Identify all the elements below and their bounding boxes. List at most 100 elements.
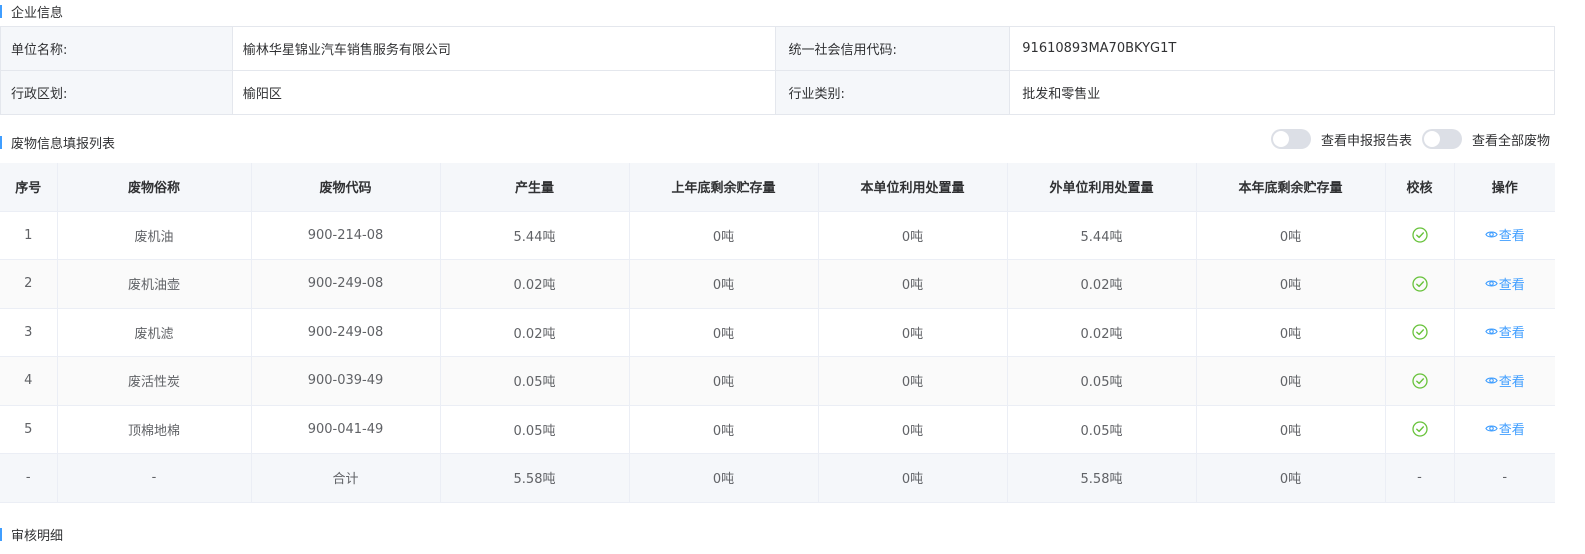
report-toggle-label: 查看申报报告表 — [1320, 133, 1412, 149]
cell-code: 900-041-49 — [251, 405, 441, 454]
cell-no: - — [0, 453, 58, 503]
cell-check — [1385, 356, 1455, 406]
cell-ext-disposal: 0.02吨 — [1007, 308, 1197, 357]
table-row: 2 废机油壶 900-249-08 0.02吨 0吨 0吨 0.02吨 0吨 查… — [0, 259, 1555, 309]
cell-year-stock: 0吨 — [1196, 211, 1386, 260]
credit-code-value: 91610893MA70BKYG1T — [1009, 26, 1555, 71]
cell-no: 3 — [0, 308, 58, 357]
cell-check — [1385, 211, 1455, 260]
col-header-ext-disposal: 外单位利用处置量 — [1007, 163, 1197, 212]
col-header-no: 序号 — [0, 163, 58, 212]
table-row: 4 废活性炭 900-039-49 0.05吨 0吨 0吨 0.05吨 0吨 查… — [0, 356, 1555, 406]
eye-icon — [1485, 328, 1498, 335]
view-button[interactable]: 查看 — [1485, 274, 1525, 293]
cell-ext-disposal: 0.02吨 — [1007, 259, 1197, 309]
cell-year-stock: 0吨 — [1196, 308, 1386, 357]
cell-name: 顶棉地棉 — [57, 405, 252, 454]
cell-last-stock: 0吨 — [629, 308, 819, 357]
cell-name: 废机油壶 — [57, 259, 252, 309]
cell-self-disposal: 0吨 — [818, 308, 1008, 357]
cell-last-stock: 0吨 — [629, 356, 819, 406]
cell-action: 查看 — [1454, 405, 1555, 454]
eye-icon — [1485, 425, 1498, 432]
eye-icon — [1485, 231, 1498, 238]
col-header-self-disposal: 本单位利用处置量 — [818, 163, 1008, 212]
cell-name: 废机滤 — [57, 308, 252, 357]
cell-year-stock: 0吨 — [1196, 405, 1386, 454]
check-circle-icon — [1411, 421, 1428, 437]
cell-action: - — [1454, 453, 1555, 503]
industry-value: 批发和零售业 — [1009, 70, 1555, 115]
view-button[interactable]: 查看 — [1485, 419, 1525, 438]
col-header-check: 校核 — [1385, 163, 1455, 212]
view-toggles: 查看申报报告表 查看全部废物 — [1270, 129, 1550, 149]
cell-no: 1 — [0, 211, 58, 260]
cell-code: 900-039-49 — [251, 356, 441, 406]
cell-name: 废机油 — [57, 211, 252, 260]
cell-no: 2 — [0, 259, 58, 309]
company-info-table: 单位名称: 榆林华星锦业汽车销售服务有限公司 统一社会信用代码: 9161089… — [0, 26, 1555, 115]
cell-year-stock: 0吨 — [1196, 453, 1386, 503]
check-circle-icon — [1411, 276, 1428, 292]
credit-code-label: 统一社会信用代码: — [775, 26, 1011, 71]
cell-last-stock: 0吨 — [629, 453, 819, 503]
audit-section-title: 审核明细 — [0, 525, 63, 544]
col-header-year-stock: 本年底剩余贮存量 — [1196, 163, 1386, 212]
table-row: 3 废机滤 900-249-08 0.02吨 0吨 0吨 0.02吨 0吨 查看 — [0, 308, 1555, 357]
view-button[interactable]: 查看 — [1485, 322, 1525, 341]
cell-ext-disposal: 0.05吨 — [1007, 356, 1197, 406]
cell-name: 废活性炭 — [57, 356, 252, 406]
table-row: 1 废机油 900-214-08 5.44吨 0吨 0吨 5.44吨 0吨 查看 — [0, 211, 1555, 260]
company-section-label: 企业信息 — [11, 6, 64, 21]
cell-last-stock: 0吨 — [629, 259, 819, 309]
unit-name-value: 榆林华星锦业汽车销售服务有限公司 — [231, 26, 777, 71]
all-waste-toggle-switch[interactable] — [1421, 129, 1462, 149]
cell-check — [1385, 308, 1455, 357]
cell-check — [1385, 405, 1455, 454]
cell-action: 查看 — [1454, 211, 1555, 260]
cell-last-stock: 0吨 — [629, 211, 819, 260]
district-value: 榆阳区 — [231, 70, 777, 115]
waste-section-label: 废物信息填报列表 — [11, 137, 116, 152]
cell-check — [1385, 259, 1455, 309]
table-row: 5 顶棉地棉 900-041-49 0.05吨 0吨 0吨 0.05吨 0吨 查… — [0, 405, 1555, 454]
cell-produced: 0.02吨 — [440, 308, 630, 357]
all-waste-toggle-label: 查看全部废物 — [1471, 133, 1550, 149]
cell-produced: 0.05吨 — [440, 356, 630, 406]
cell-year-stock: 0吨 — [1196, 356, 1386, 406]
cell-ext-disposal: 5.58吨 — [1007, 453, 1197, 503]
cell-self-disposal: 0吨 — [818, 405, 1008, 454]
industry-label: 行业类别: — [775, 70, 1011, 115]
view-button[interactable]: 查看 — [1485, 225, 1525, 244]
report-toggle-switch[interactable] — [1270, 129, 1311, 149]
col-header-name: 废物俗称 — [57, 163, 252, 212]
cell-action: 查看 — [1454, 308, 1555, 357]
cell-produced: 0.05吨 — [440, 405, 630, 454]
cell-no: 4 — [0, 356, 58, 406]
cell-ext-disposal: 0.05吨 — [1007, 405, 1197, 454]
cell-code: 900-249-08 — [251, 308, 441, 357]
view-button-label: 查看 — [1498, 229, 1525, 245]
eye-icon — [1485, 280, 1498, 287]
cell-action: 查看 — [1454, 259, 1555, 309]
section-marker — [0, 528, 2, 541]
cell-action: 查看 — [1454, 356, 1555, 406]
audit-section-label: 审核明细 — [11, 529, 64, 544]
col-header-code: 废物代码 — [251, 163, 441, 212]
cell-no: 5 — [0, 405, 58, 454]
company-info-row-1: 单位名称: 榆林华星锦业汽车销售服务有限公司 统一社会信用代码: 9161089… — [0, 26, 1555, 71]
cell-ext-disposal: 5.44吨 — [1007, 211, 1197, 260]
cell-code: 900-214-08 — [251, 211, 441, 260]
view-button-label: 查看 — [1498, 423, 1525, 439]
col-header-produced: 产生量 — [440, 163, 630, 212]
cell-total-label: 合计 — [251, 453, 441, 503]
cell-self-disposal: 0吨 — [818, 259, 1008, 309]
cell-produced: 5.44吨 — [440, 211, 630, 260]
check-circle-icon — [1411, 324, 1428, 340]
table-header-row: 序号 废物俗称 废物代码 产生量 上年底剩余贮存量 本单位利用处置量 外单位利用… — [0, 163, 1555, 212]
district-label: 行政区划: — [0, 70, 233, 115]
view-button-label: 查看 — [1498, 326, 1525, 342]
cell-self-disposal: 0吨 — [818, 211, 1008, 260]
view-button[interactable]: 查看 — [1485, 371, 1525, 390]
cell-self-disposal: 0吨 — [818, 453, 1008, 503]
